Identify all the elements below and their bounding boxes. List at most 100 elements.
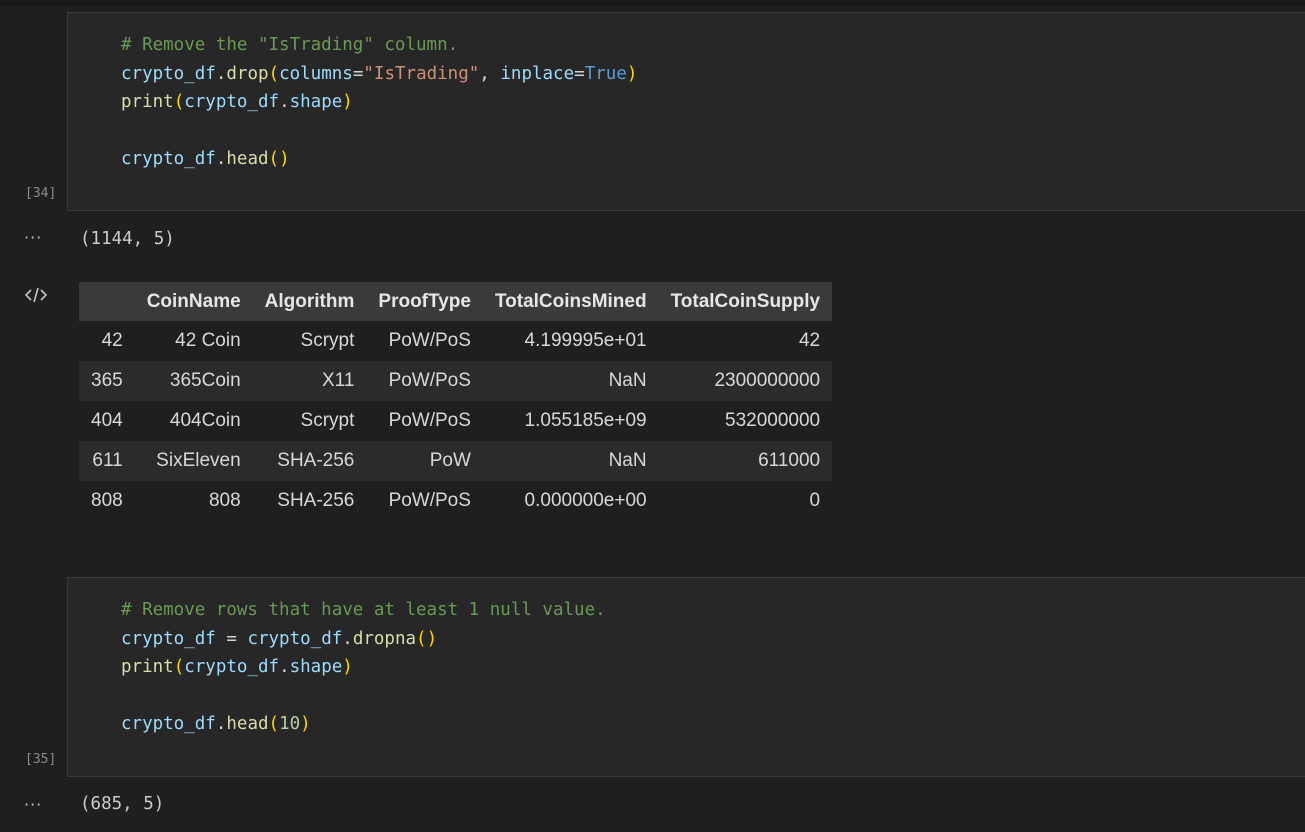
- output-shape-text: (685, 5): [80, 794, 165, 814]
- code-token: .: [215, 63, 227, 84]
- table-cell: 1.055185e+09: [524, 410, 647, 431]
- code-token: crypto_df: [184, 657, 280, 677]
- code-token: .: [215, 714, 227, 734]
- table-row: 42 42 Coin Scrypt PoW/PoS 4.199995e+01 4…: [79, 321, 832, 361]
- table-cell: PoW/PoS: [388, 410, 471, 431]
- table-cell: SHA-256: [252, 441, 367, 481]
- table-cell: Scrypt: [300, 330, 355, 351]
- table-cell: 808: [208, 490, 241, 511]
- code-editor[interactable]: # Remove the "IsTrading" column. crypto_d…: [121, 31, 637, 174]
- table-row: 611 SixEleven SHA-256 PoW NaN 611000: [79, 441, 833, 481]
- code-line[interactable]: crypto_df = crypto_df.dropna(): [121, 625, 606, 654]
- dataframe-output-table: CoinName Algorithm ProofType TotalCoinsM…: [79, 282, 833, 521]
- table-cell: SixEleven: [134, 441, 253, 481]
- code-cell-35[interactable]: # Remove rows that have at least 1 null …: [67, 577, 1305, 777]
- code-token: =: [215, 628, 248, 649]
- code-token: (): [416, 628, 438, 649]
- output-more-actions-icon[interactable]: ···: [24, 795, 42, 814]
- code-editor[interactable]: # Remove rows that have at least 1 null …: [121, 596, 606, 739]
- table-cell: 0.000000e+00: [524, 490, 647, 511]
- table-cell: NaN: [482, 441, 659, 481]
- code-line[interactable]: # Remove rows that have at least 1 null …: [121, 596, 606, 625]
- code-line[interactable]: print(crypto_df.shape): [121, 653, 606, 682]
- table-cell: 0: [809, 490, 821, 511]
- table-cell: 404Coin: [169, 410, 241, 431]
- table-cell: 4.199995e+01: [524, 330, 647, 351]
- code-token: crypto_df: [121, 63, 216, 84]
- table-cell: X11: [252, 361, 367, 401]
- code-token: crypto_df: [121, 149, 216, 169]
- code-token: .: [279, 92, 290, 112]
- code-token: crypto_df: [121, 628, 216, 649]
- table-cell: 365Coin: [134, 361, 253, 401]
- code-token: crypto_df: [184, 92, 280, 112]
- code-token: shape: [289, 657, 343, 677]
- code-token: head: [226, 149, 269, 169]
- code-token: .: [342, 628, 353, 649]
- code-token: =: [352, 63, 364, 84]
- execution-count-34: [34]: [25, 186, 57, 201]
- column-header: CoinName: [134, 282, 253, 321]
- code-line[interactable]: print(crypto_df.shape): [121, 88, 637, 117]
- table-cell: PoW/PoS: [366, 361, 483, 401]
- column-header: TotalCoinsMined: [482, 282, 659, 321]
- table-cell: Scrypt: [300, 410, 355, 431]
- code-line[interactable]: [121, 117, 637, 146]
- table-cell: PoW: [366, 441, 483, 481]
- code-token: (: [268, 714, 280, 734]
- execution-count-35: [35]: [25, 752, 57, 767]
- column-header: Algorithm: [252, 282, 367, 321]
- table-cell: PoW/PoS: [388, 330, 471, 351]
- code-token: "IsTrading": [363, 63, 480, 84]
- code-token: (: [173, 657, 185, 677]
- table-cell: 2300000000: [658, 361, 833, 401]
- html-output-code-icon[interactable]: [24, 285, 48, 305]
- output-more-actions-icon[interactable]: ···: [24, 228, 42, 247]
- code-token: crypto_df: [247, 628, 343, 649]
- code-line[interactable]: crypto_df.head(10): [121, 710, 606, 739]
- table-cell: 42 Coin: [175, 330, 241, 351]
- column-header-index: [79, 282, 135, 321]
- code-token: head: [226, 714, 269, 734]
- code-cell-34[interactable]: # Remove the "IsTrading" column. crypto_d…: [67, 12, 1305, 211]
- table-cell: 611000: [658, 441, 833, 481]
- code-line[interactable]: crypto_df.head(): [121, 145, 637, 174]
- code-token: True: [584, 63, 627, 84]
- code-token: 10: [279, 714, 301, 734]
- table-cell: NaN: [482, 361, 659, 401]
- code-token: ): [300, 714, 311, 734]
- code-line[interactable]: # Remove the "IsTrading" column.: [121, 31, 637, 60]
- row-index: 404: [91, 410, 123, 431]
- code-token: .: [279, 657, 290, 677]
- table-row: 808 808 SHA-256 PoW/PoS 0.000000e+00 0: [79, 481, 832, 521]
- code-line[interactable]: [121, 682, 606, 711]
- table-cell: PoW/PoS: [388, 490, 471, 511]
- code-line[interactable]: crypto_df.drop(columns="IsTrading", inpl…: [121, 60, 637, 89]
- code-token: (: [173, 92, 185, 112]
- code-token: ): [626, 63, 638, 84]
- code-token: print: [121, 92, 174, 112]
- row-index: 365: [79, 361, 135, 401]
- code-token: ,: [479, 63, 501, 84]
- code-token: drop: [226, 63, 269, 84]
- row-index: 42: [101, 330, 123, 351]
- code-token: (: [268, 63, 280, 84]
- code-token: print: [121, 657, 174, 677]
- table-header-row: CoinName Algorithm ProofType TotalCoinsM…: [79, 282, 833, 321]
- code-token: shape: [289, 92, 343, 112]
- table-cell: 42: [798, 330, 821, 351]
- column-header: TotalCoinSupply: [658, 282, 833, 321]
- table-cell: SHA-256: [277, 490, 355, 511]
- output-shape-text: (1144, 5): [80, 229, 175, 249]
- row-index: 611: [79, 441, 135, 481]
- code-token: crypto_df: [121, 714, 216, 734]
- table-row: 365 365Coin X11 PoW/PoS NaN 2300000000: [79, 361, 833, 401]
- row-index: 808: [91, 490, 123, 511]
- column-header: ProofType: [366, 282, 483, 321]
- code-token: =: [574, 63, 585, 84]
- code-token: ): [342, 92, 353, 112]
- code-token: # Remove rows that have at least 1 null …: [121, 600, 606, 620]
- code-token: # Remove the "IsTrading" column.: [121, 35, 459, 55]
- editor-top-border: [0, 0, 1305, 6]
- code-token: inplace: [500, 63, 575, 84]
